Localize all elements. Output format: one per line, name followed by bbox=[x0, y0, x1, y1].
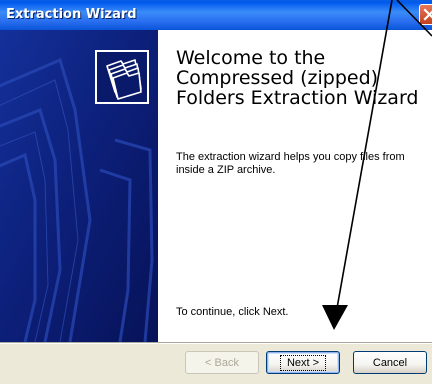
next-button[interactable]: Next > bbox=[266, 351, 340, 374]
extraction-wizard-window: Extraction Wizard Welcome to the Compres… bbox=[0, 0, 432, 384]
close-button[interactable] bbox=[419, 4, 432, 25]
title-bar[interactable]: Extraction Wizard bbox=[0, 0, 432, 30]
window-title: Extraction Wizard bbox=[6, 7, 137, 22]
wizard-content: Welcome to the Compressed (zipped) Folde… bbox=[158, 30, 432, 342]
back-button[interactable]: < Back bbox=[185, 351, 259, 374]
zip-folders-icon bbox=[95, 50, 149, 104]
close-icon bbox=[423, 8, 432, 21]
next-button-label: Next > bbox=[279, 354, 327, 371]
continue-instruction: To continue, click Next. bbox=[176, 306, 289, 318]
page-title: Welcome to the Compressed (zipped) Folde… bbox=[176, 47, 419, 109]
wizard-footer: < Back Next > Cancel bbox=[0, 344, 432, 384]
cancel-button[interactable]: Cancel bbox=[353, 351, 427, 374]
back-button-label: < Back bbox=[205, 356, 239, 369]
wizard-sidebar-banner bbox=[0, 30, 158, 342]
cancel-button-label: Cancel bbox=[372, 356, 408, 369]
description-text: The extraction wizard helps you copy fil… bbox=[176, 151, 405, 176]
